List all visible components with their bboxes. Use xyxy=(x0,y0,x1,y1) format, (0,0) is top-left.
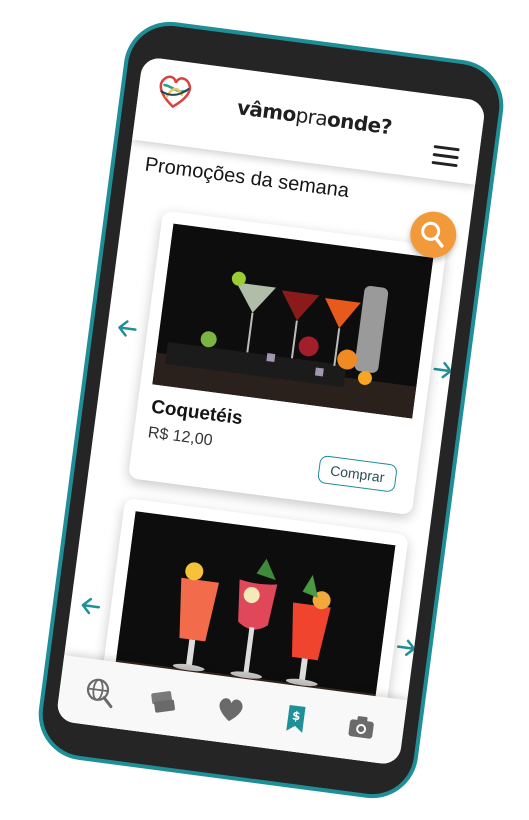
app-screen: vâmopraonde? Promoções da semana Coqueté… xyxy=(55,56,487,766)
tickets-icon[interactable] xyxy=(145,682,181,718)
hamburger-menu-icon[interactable] xyxy=(431,145,460,168)
arrow-right-icon[interactable] xyxy=(429,357,456,384)
search-button[interactable] xyxy=(407,208,460,261)
heart-icon[interactable] xyxy=(213,691,249,727)
arrow-right-icon[interactable] xyxy=(393,634,420,661)
product-price: R$ 12,00 xyxy=(146,424,214,450)
brand-part-2: pra xyxy=(294,102,329,131)
heart-logo-icon[interactable] xyxy=(152,70,197,113)
globe-search-icon[interactable] xyxy=(82,674,118,710)
promo-tag-icon[interactable]: $ xyxy=(278,700,314,736)
product-photo-cocktails xyxy=(152,223,434,419)
svg-text:$: $ xyxy=(291,708,301,723)
buy-button[interactable]: Comprar xyxy=(316,454,398,493)
camera-icon[interactable] xyxy=(344,709,380,745)
arrow-left-icon[interactable] xyxy=(114,315,141,342)
brand-part-3: onde? xyxy=(325,106,394,140)
product-card[interactable]: Coquetéis R$ 12,00 Comprar xyxy=(127,210,447,516)
search-icon xyxy=(421,221,444,248)
brand-title: vâmopraonde? xyxy=(236,95,394,139)
phone-frame: vâmopraonde? Promoções da semana Coqueté… xyxy=(33,16,509,804)
arrow-left-icon[interactable] xyxy=(77,593,104,620)
brand-part-1: vâmo xyxy=(235,95,298,127)
